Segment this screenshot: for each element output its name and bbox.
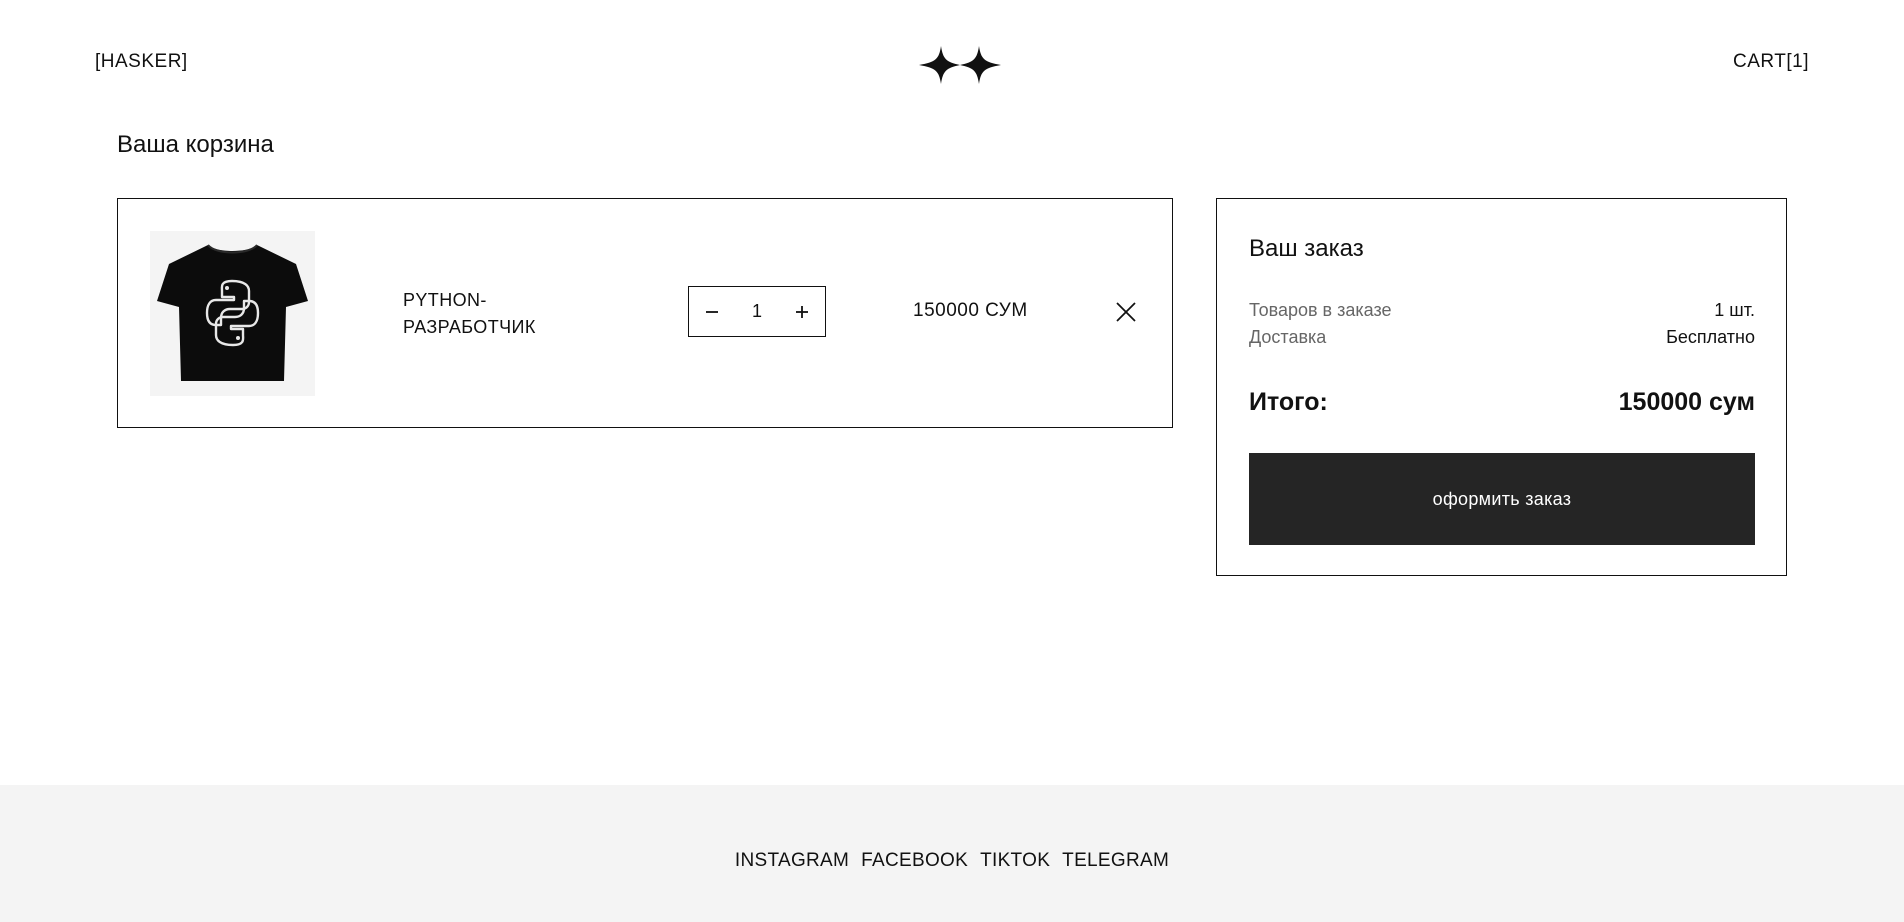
quantity-stepper: 1 [688,286,826,337]
quantity-value[interactable]: 1 [737,301,777,322]
plus-icon [796,305,808,318]
site-footer: INSTAGRAM FACEBOOK TIKTOK TELEGRAM [0,785,1904,922]
items-count-row: Товаров в заказе 1 шт. [1249,300,1755,321]
site-header: [HASKER] CART[1] [0,0,1904,126]
delivery-row: Доставка Бесплатно [1249,327,1755,348]
minus-icon [706,310,718,313]
social-links: INSTAGRAM FACEBOOK TIKTOK TELEGRAM [0,850,1904,872]
cart-link[interactable]: CART[1] [1733,51,1809,73]
order-summary: Ваш заказ Товаров в заказе 1 шт. Доставк… [1216,198,1787,576]
decrement-button[interactable] [689,287,735,336]
cart-item-card: PYTHON-РАЗРАБОТЧИК 1 150000 СУМ [117,198,1173,428]
facebook-link[interactable]: FACEBOOK [861,850,968,872]
python-logo-tshirt-icon [157,244,308,381]
remove-item-button[interactable] [1114,300,1138,324]
product-image[interactable] [150,231,315,396]
brand-link[interactable]: [HASKER] [95,51,188,73]
delivery-label: Доставка [1249,327,1327,347]
delivery-value: Бесплатно [1666,327,1755,347]
double-sparkle-icon[interactable] [919,46,1001,84]
tiktok-link[interactable]: TIKTOK [980,850,1050,872]
page-title: Ваша корзина [117,131,274,158]
telegram-link[interactable]: TELEGRAM [1062,850,1169,872]
instagram-link[interactable]: INSTAGRAM [735,850,849,872]
summary-title: Ваш заказ [1249,235,1364,262]
item-price: 150000 СУМ [913,300,1028,321]
increment-button[interactable] [779,287,825,336]
items-count-label: Товаров в заказе [1249,300,1392,320]
total-value: 150000 сум [1618,388,1755,416]
checkout-button[interactable]: оформить заказ [1249,453,1755,545]
product-name[interactable]: PYTHON-РАЗРАБОТЧИК [403,287,583,341]
total-label: Итого: [1249,388,1328,416]
total-row: Итого: 150000 сум [1249,388,1755,417]
close-icon [1116,302,1136,322]
items-count-value: 1 шт. [1714,300,1755,320]
